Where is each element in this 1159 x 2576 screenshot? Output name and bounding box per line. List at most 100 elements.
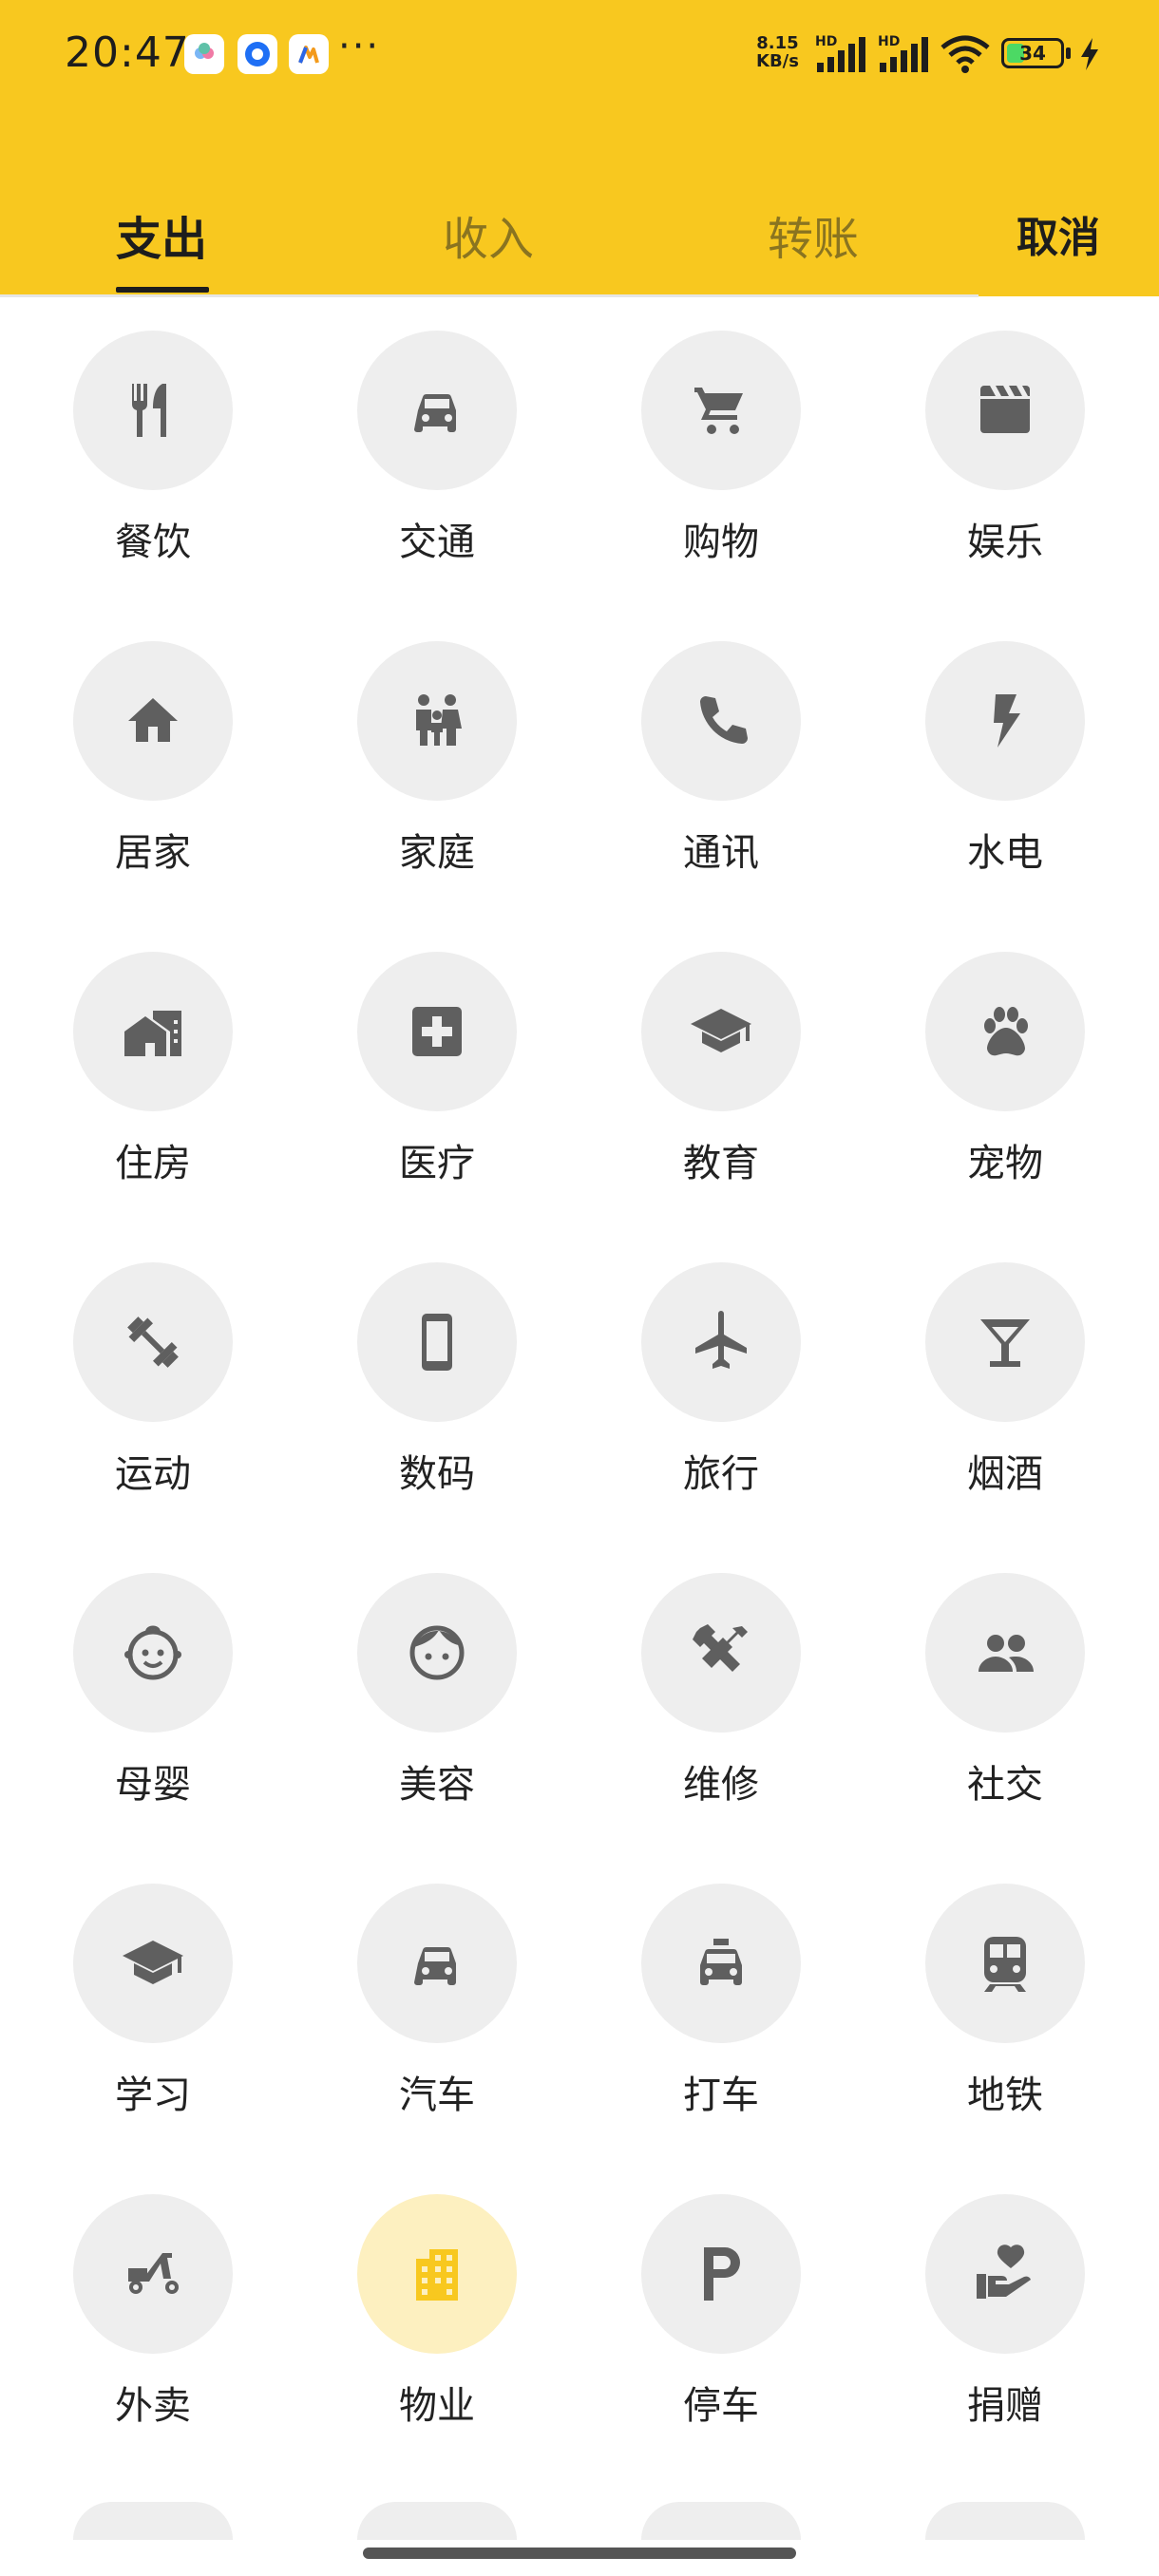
family-icon: [416, 694, 462, 746]
category-label: 交通: [399, 521, 475, 564]
category-label: 维修: [683, 1763, 759, 1807]
category-icon-circle[interactable]: [73, 1573, 233, 1733]
category-icon-circle[interactable]: [641, 641, 801, 801]
category-item-restaurant[interactable]: 餐饮: [29, 331, 276, 616]
category-item-scooter[interactable]: 外卖: [29, 2194, 276, 2479]
category-item-airplane[interactable]: 旅行: [598, 1262, 845, 1547]
category-item-partial[interactable]: [357, 2502, 517, 2540]
category-icon-circle[interactable]: [357, 331, 517, 490]
home-icon: [128, 698, 178, 742]
category-icon-circle[interactable]: [925, 641, 1085, 801]
category-label: 物业: [399, 2384, 475, 2428]
cancel-button[interactable]: 取消: [1016, 203, 1100, 264]
category-label: 数码: [399, 1452, 475, 1496]
category-icon-circle[interactable]: [925, 2194, 1085, 2354]
category-icon-circle[interactable]: [641, 2194, 801, 2354]
medical-cross-icon: [412, 1007, 462, 1056]
tab-income[interactable]: 收入: [393, 201, 583, 268]
category-icon-circle[interactable]: [73, 1262, 233, 1422]
category-icon-circle[interactable]: [357, 1884, 517, 2043]
category-item-smartphone[interactable]: 数码: [314, 1262, 560, 1547]
subway-icon: [984, 1937, 1026, 1992]
category-label: 家庭: [399, 831, 475, 875]
category-icon-circle[interactable]: [357, 952, 517, 1111]
tools-icon: [693, 1624, 748, 1672]
home-indicator[interactable]: [363, 2548, 796, 2559]
category-icon-circle[interactable]: [357, 1573, 517, 1733]
category-item-partial[interactable]: [925, 2502, 1085, 2540]
category-item-home[interactable]: 居家: [29, 641, 276, 926]
category-item-baby-face[interactable]: 母婴: [29, 1573, 276, 1858]
tab-divider: [0, 294, 978, 297]
category-icon-circle[interactable]: [73, 952, 233, 1111]
signal-strength-icon: [817, 37, 865, 72]
category-item-people[interactable]: 社交: [882, 1573, 1129, 1858]
category-icon-circle[interactable]: [925, 1262, 1085, 1422]
face-icon: [409, 1625, 465, 1680]
category-label: 停车: [683, 2384, 759, 2428]
category-item-shopping-cart[interactable]: 购物: [598, 331, 845, 616]
category-item-car[interactable]: 汽车: [314, 1884, 560, 2169]
category-label: 地铁: [967, 2074, 1043, 2117]
parking-icon: [704, 2247, 740, 2301]
phone-icon: [700, 696, 748, 744]
category-item-house-building[interactable]: 住房: [29, 952, 276, 1237]
network-speed: 8.15 KB/s: [756, 34, 799, 70]
category-icon-circle[interactable]: [357, 641, 517, 801]
category-item-partial[interactable]: [73, 2502, 233, 2540]
tab-transfer[interactable]: 转账: [718, 201, 908, 268]
category-label: 居家: [115, 831, 191, 875]
category-icon-circle[interactable]: [641, 952, 801, 1111]
category-item-face[interactable]: 美容: [314, 1573, 560, 1858]
house-building-icon: [124, 1011, 181, 1056]
category-icon-circle[interactable]: [925, 1573, 1085, 1733]
category-item-subway[interactable]: 地铁: [882, 1884, 1129, 2169]
wifi-icon: [940, 35, 990, 73]
category-label: 外卖: [115, 2384, 191, 2428]
tab-expense[interactable]: 支出: [66, 201, 256, 268]
category-item-partial[interactable]: [641, 2502, 801, 2540]
category-icon-circle[interactable]: [73, 2194, 233, 2354]
category-icon-circle[interactable]: [641, 331, 801, 490]
category-item-phone[interactable]: 通讯: [598, 641, 845, 926]
category-item-paw[interactable]: 宠物: [882, 952, 1129, 1237]
category-icon-circle[interactable]: [925, 1884, 1085, 2043]
category-icon-circle[interactable]: [73, 331, 233, 490]
category-item-graduation-cap[interactable]: 学习: [29, 1884, 276, 2169]
dumbbell-icon: [127, 1316, 179, 1368]
category-item-graduation-cap[interactable]: 教育: [598, 952, 845, 1237]
category-icon-circle[interactable]: [73, 641, 233, 801]
battery-nub: [1066, 47, 1071, 59]
category-item-apartment-building[interactable]: 物业: [314, 2194, 560, 2479]
category-icon-circle[interactable]: [641, 1262, 801, 1422]
car-icon: [414, 1946, 456, 1985]
category-item-tools[interactable]: 维修: [598, 1573, 845, 1858]
category-item-dumbbell[interactable]: 运动: [29, 1262, 276, 1547]
category-icon-circle[interactable]: [357, 1262, 517, 1422]
paw-icon: [984, 1007, 1028, 1056]
category-item-family[interactable]: 家庭: [314, 641, 560, 926]
category-item-taxi[interactable]: 打车: [598, 1884, 845, 2169]
category-icon-circle[interactable]: [641, 1573, 801, 1733]
app-notification-icon: [289, 34, 329, 74]
category-icon-circle[interactable]: [357, 2194, 517, 2354]
category-item-car[interactable]: 交通: [314, 331, 560, 616]
cocktail-glass-icon: [980, 1319, 1030, 1367]
category-label: 餐饮: [115, 521, 191, 564]
category-item-lightning[interactable]: 水电: [882, 641, 1129, 926]
category-icon-circle[interactable]: [641, 1884, 801, 2043]
category-item-parking[interactable]: 停车: [598, 2194, 845, 2479]
category-icon-circle[interactable]: [925, 952, 1085, 1111]
category-icon-circle[interactable]: [73, 1884, 233, 2043]
tab-bar: 支出 收入 转账 取消: [0, 190, 1159, 296]
category-item-clapperboard[interactable]: 娱乐: [882, 331, 1129, 616]
category-item-cocktail-glass[interactable]: 烟酒: [882, 1262, 1129, 1547]
category-item-donation-heart[interactable]: 捐赠: [882, 2194, 1129, 2479]
category-label: 宠物: [967, 1142, 1043, 1185]
category-icon-circle[interactable]: [925, 331, 1085, 490]
clapperboard-icon: [980, 386, 1030, 433]
baby-face-icon: [124, 1625, 181, 1680]
shopping-cart-icon: [694, 388, 743, 434]
cloud-app-notification-icon: [184, 34, 224, 74]
category-item-medical-cross[interactable]: 医疗: [314, 952, 560, 1237]
